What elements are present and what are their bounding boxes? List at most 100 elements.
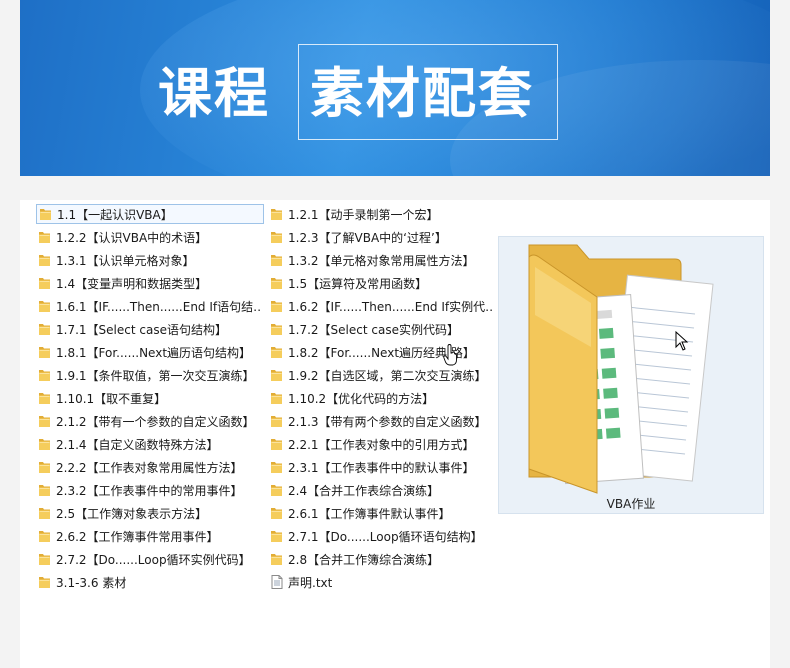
folder-icon [270,414,283,428]
folder-item[interactable]: 2.3.1【工作表事件中的默认事件】 [270,457,492,477]
item-label: 2.6.1【工作簿事件默认事件】 [288,506,451,521]
mouse-cursor-icon [675,331,689,351]
folder-icon [270,368,283,382]
folder-icon [270,230,283,244]
item-label: 1.2.3【了解VBA中的‘过程’】 [288,230,447,245]
item-label: 1.7.2【Select case实例代码】 [288,322,459,337]
folder-item[interactable]: 1.6.2【IF......Then......End If实例代… [270,296,492,316]
item-label: 1.6.2【IF......Then......End If实例代… [288,299,492,314]
folder-item[interactable]: 3.1-3.6 素材 [38,572,260,592]
folder-item[interactable]: 2.2.2【工作表对象常用属性方法】 [38,457,260,477]
item-label: 1.6.1【IF......Then......End If语句结… [56,299,260,314]
folder-icon [38,575,51,589]
text-file-icon [270,575,283,589]
folder-item[interactable]: 2.4【合并工作表综合演练】 [270,480,492,500]
folder-icon [38,253,51,267]
item-label: 2.1.3【带有两个参数的自定义函数】 [288,414,487,429]
folder-icon [270,460,283,474]
folder-icon [38,391,51,405]
folder-preview[interactable]: VBA作业 [498,236,764,514]
folder-item[interactable]: 2.3.2【工作表事件中的常用事件】 [38,480,260,500]
item-label: 1.2.1【动手录制第一个宏】 [288,207,439,222]
folder-item[interactable]: 1.5【运算符及常用函数】 [270,273,492,293]
folder-icon [38,529,51,543]
folder-item[interactable]: 2.6.1【工作簿事件默认事件】 [270,503,492,523]
folder-icon [270,299,283,313]
folder-icon [38,345,51,359]
folder-item[interactable]: 1.7.2【Select case实例代码】 [270,319,492,339]
item-label: 2.2.1【工作表对象中的引用方式】 [288,437,475,452]
item-label: 2.5【工作簿对象表示方法】 [56,506,208,521]
item-label: 2.3.2【工作表事件中的常用事件】 [56,483,243,498]
folder-icon [270,253,283,267]
folder-icon [38,299,51,313]
item-label: 1.4【变量声明和数据类型】 [56,276,208,291]
folder-item[interactable]: 1.2.3【了解VBA中的‘过程’】 [270,227,492,247]
folder-icon [38,230,51,244]
folder-icon [38,437,51,451]
folder-item[interactable]: 1.1【一起认识VBA】 [36,204,264,224]
course-banner: 课程 素材配套 [20,0,770,176]
item-label: 1.8.1【For......Next遍历语句结构】 [56,345,252,360]
folder-item[interactable]: 1.6.1【IF......Then......End If语句结… [38,296,260,316]
item-label: 1.2.2【认识VBA中的术语】 [56,230,208,245]
folder-item[interactable]: 1.9.2【自选区域，第二次交互演练】 [270,365,492,385]
folder-icon [38,552,51,566]
folder-icon [270,552,283,566]
item-label: 1.3.2【单元格对象常用属性方法】 [288,253,475,268]
folder-icon [270,345,283,359]
item-label: 2.8【合并工作簿综合演练】 [288,552,440,567]
item-label: 1.7.1【Select case语句结构】 [56,322,227,337]
item-label: 2.3.1【工作表事件中的默认事件】 [288,460,475,475]
item-label: 2.1.2【带有一个参数的自定义函数】 [56,414,255,429]
folder-icon [270,276,283,290]
folder-item[interactable]: 1.8.1【For......Next遍历语句结构】 [38,342,260,362]
folder-icon [270,529,283,543]
folder-item[interactable]: 1.3.1【认识单元格对象】 [38,250,260,270]
folder-icon [38,322,51,336]
item-label: 1.5【运算符及常用函数】 [288,276,428,291]
folder-item[interactable]: 2.1.4【自定义函数特殊方法】 [38,434,260,454]
item-label: 1.9.1【条件取值，第一次交互演练】 [56,368,255,383]
folder-item[interactable]: 2.6.2【工作簿事件常用事件】 [38,526,260,546]
item-label: 2.2.2【工作表对象常用属性方法】 [56,460,243,475]
folder-item[interactable]: 1.3.2【单元格对象常用属性方法】 [270,250,492,270]
item-label: 1.9.2【自选区域，第二次交互演练】 [288,368,487,383]
folder-item[interactable]: 2.2.1【工作表对象中的引用方式】 [270,434,492,454]
file-item[interactable]: 声明.txt [270,572,492,592]
folder-item[interactable]: 2.8【合并工作簿综合演练】 [270,549,492,569]
folder-item[interactable]: 2.5【工作簿对象表示方法】 [38,503,260,523]
folder-item[interactable]: 2.1.3【带有两个参数的自定义函数】 [270,411,492,431]
folder-item[interactable]: 1.10.2【优化代码的方法】 [270,388,492,408]
folder-icon [38,414,51,428]
folder-item[interactable]: 1.2.2【认识VBA中的术语】 [38,227,260,247]
folder-icon [38,460,51,474]
item-label: 2.4【合并工作表综合演练】 [288,483,440,498]
folder-large-icon [528,244,714,494]
item-label: 1.10.2【优化代码的方法】 [288,391,435,406]
folder-item[interactable]: 2.1.2【带有一个参数的自定义函数】 [38,411,260,431]
folder-icon [38,483,51,497]
item-label: 2.6.2【工作簿事件常用事件】 [56,529,219,544]
folder-item[interactable]: 1.2.1【动手录制第一个宏】 [270,204,492,224]
item-label: 1.3.1【认识单元格对象】 [56,253,195,268]
folder-item[interactable]: 2.7.2【Do......Loop循环实例代码】 [38,549,260,569]
item-label: 2.7.1【Do......Loop循环语句结构】 [288,529,483,544]
folder-item[interactable]: 1.4【变量声明和数据类型】 [38,273,260,293]
item-label: 2.7.2【Do......Loop循环实例代码】 [56,552,251,567]
hand-cursor-icon [443,344,457,366]
preview-caption: VBA作业 [606,497,656,511]
item-label: 声明.txt [288,575,333,590]
folder-icon [270,506,283,520]
folder-item[interactable]: 1.7.1【Select case语句结构】 [38,319,260,339]
item-label: 1.10.1【取不重复】 [56,391,167,406]
folder-icon [39,207,52,221]
folder-item[interactable]: 2.7.1【Do......Loop循环语句结构】 [270,526,492,546]
folder-icon [270,391,283,405]
folder-icon [38,506,51,520]
folder-item[interactable]: 1.10.1【取不重复】 [38,388,260,408]
item-label: 3.1-3.6 素材 [56,575,127,590]
folder-icon [38,276,51,290]
folder-icon [38,368,51,382]
folder-item[interactable]: 1.9.1【条件取值，第一次交互演练】 [38,365,260,385]
